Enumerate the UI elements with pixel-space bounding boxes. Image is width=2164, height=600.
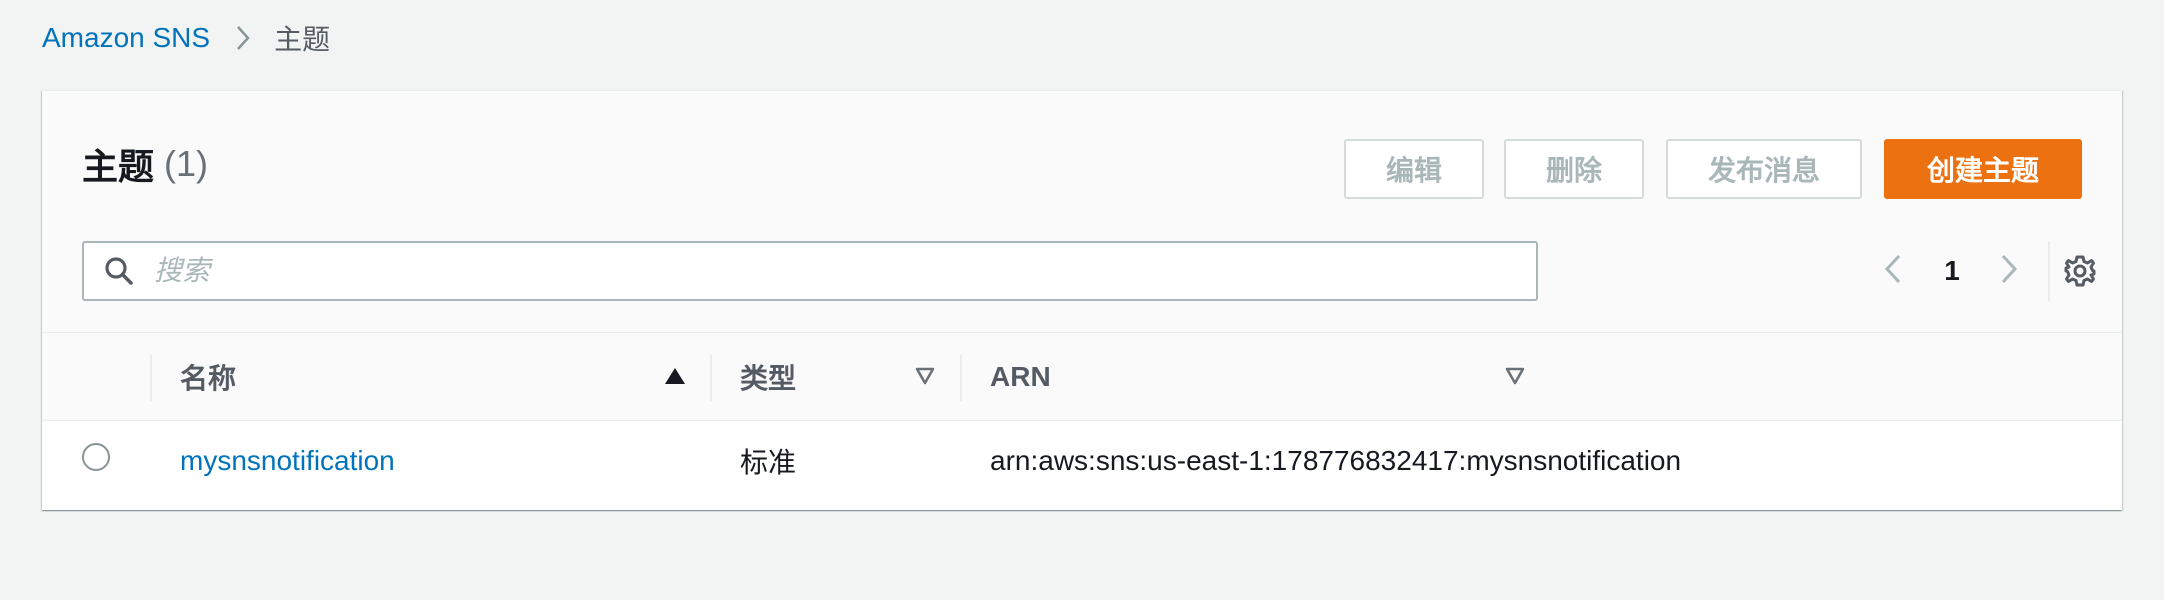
column-header-type[interactable]: 类型 [740, 333, 796, 421]
table-header-area: 主题 (1) 编辑 删除 发布消息 创建主题 1 [42, 91, 2122, 333]
search-box[interactable] [82, 241, 1538, 301]
edit-button[interactable]: 编辑 [1344, 139, 1484, 199]
pager-divider [2048, 241, 2050, 301]
breadcrumb-current: 主题 [274, 24, 331, 55]
gear-icon [2063, 254, 2097, 293]
topic-type: 标准 [740, 447, 797, 478]
column-divider [710, 355, 712, 401]
previous-page-button[interactable] [1878, 241, 1908, 301]
current-page-number[interactable]: 1 [1932, 241, 1972, 301]
row-select-radio[interactable] [82, 443, 110, 471]
breadcrumb-link-amazon-sns[interactable]: Amazon SNS [42, 22, 210, 54]
table-row[interactable]: mysnsnotification 标准 arn:aws:sns:us-east… [42, 421, 2122, 501]
create-topic-button[interactable]: 创建主题 [1884, 139, 2082, 199]
chevron-right-icon [236, 25, 250, 51]
search-icon [104, 256, 134, 286]
delete-button[interactable]: 删除 [1504, 139, 1644, 199]
table-head: 名称 类型 ARN [42, 333, 2122, 421]
page-title-text: 主题 [82, 146, 155, 187]
table-preferences-button[interactable] [2060, 253, 2100, 293]
search-input[interactable] [154, 255, 1514, 287]
topic-count: (1) [164, 143, 209, 184]
sort-unsorted-icon[interactable] [912, 363, 938, 389]
next-page-button[interactable] [1994, 241, 2024, 301]
chevron-right-icon [2000, 254, 2018, 289]
topics-table-container: 主题 (1) 编辑 删除 发布消息 创建主题 1 [42, 90, 2122, 510]
publish-message-button[interactable]: 发布消息 [1666, 139, 1862, 199]
column-header-name[interactable]: 名称 [180, 333, 236, 421]
sort-unsorted-icon[interactable] [1502, 363, 1528, 389]
column-divider [150, 355, 152, 401]
column-header-arn[interactable]: ARN [990, 333, 1051, 421]
chevron-left-icon [1884, 254, 1902, 289]
topic-name-link[interactable]: mysnsnotification [180, 421, 395, 501]
page-title: 主题 (1) [82, 143, 209, 187]
column-divider [960, 355, 962, 401]
breadcrumb: Amazon SNS 主题 [42, 20, 330, 56]
topic-arn: arn:aws:sns:us-east-1:178776832417:mysns… [990, 445, 1682, 476]
sort-ascending-icon[interactable] [662, 363, 688, 389]
